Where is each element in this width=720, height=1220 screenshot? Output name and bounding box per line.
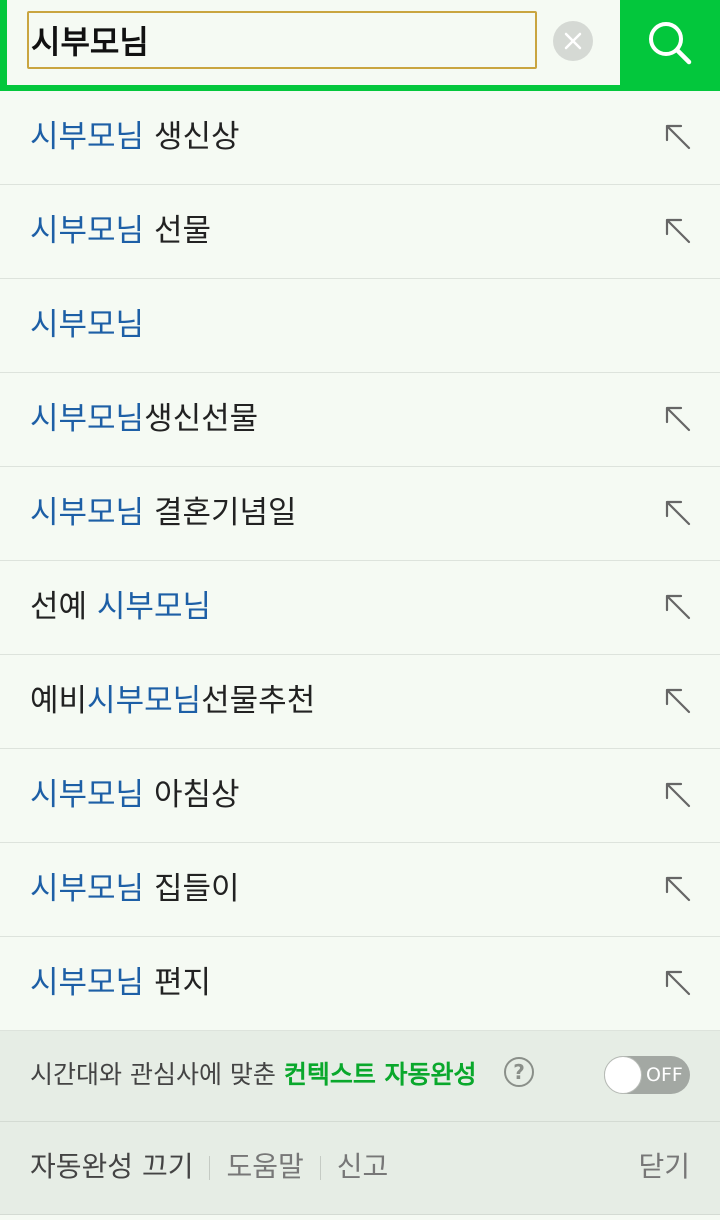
arrow-up-left-icon[interactable] (662, 215, 694, 247)
arrow-up-left-icon[interactable] (662, 403, 694, 435)
suggestion-text: 시부모님 생신상 (30, 91, 240, 184)
arrow-up-left-icon[interactable] (662, 121, 694, 153)
arrow-up-left-icon[interactable] (662, 967, 694, 999)
suggestion-match: 시부모님 (30, 871, 145, 907)
suggestion-match: 시부모님 (30, 777, 145, 813)
suggestion-match: 시부모님 (30, 495, 145, 531)
context-autocomplete-text: 시간대와 관심사에 맞춘 컨텍스트 자동완성 (30, 1031, 477, 1119)
suggestion-rest: 선물 (144, 213, 211, 249)
suggestion-match: 시부모님 (30, 965, 145, 1001)
search-input-wrapper (27, 11, 537, 69)
suggestion-text: 시부모님 선물 (30, 185, 211, 278)
clear-button[interactable] (553, 21, 593, 61)
bottom-strip (0, 1215, 720, 1220)
suggestion-rest: 예비 (30, 683, 88, 719)
disable-autocomplete-link[interactable]: 자동완성 끄기 (30, 1150, 193, 1183)
arrow-up-left-icon[interactable] (662, 779, 694, 811)
suggestion-item[interactable]: 시부모님 선물 (0, 185, 720, 279)
search-area (7, 0, 620, 85)
suggestion-text: 시부모님 결혼기념일 (30, 467, 297, 560)
footer-divider (209, 1156, 211, 1180)
context-autocomplete-toggle[interactable]: OFF (604, 1056, 690, 1094)
context-highlight-text: 컨텍스트 자동완성 (283, 1060, 477, 1089)
suggestion-rest: 선물추천 (201, 683, 316, 719)
suggestion-item[interactable]: 시부모님 편지 (0, 937, 720, 1031)
suggestion-item[interactable]: 시부모님 생신상 (0, 91, 720, 185)
suggestion-match: 시부모님 (30, 307, 145, 343)
suggestion-list: 시부모님 생신상 시부모님 선물 시부모님 시부모님생신선물 시부모님 결혼기념일 선예 … (0, 91, 720, 1031)
search-icon (649, 21, 692, 64)
suggestion-rest: 선예 (30, 589, 97, 625)
suggestion-text: 시부모님 집들이 (30, 843, 240, 936)
toggle-knob (604, 1056, 642, 1094)
arrow-up-left-icon[interactable] (662, 685, 694, 717)
close-link[interactable]: 닫기 (638, 1122, 690, 1212)
autocomplete-footer: 자동완성 끄기 도움말 신고 닫기 (0, 1122, 720, 1215)
search-button[interactable] (620, 0, 720, 85)
suggestion-rest: 생신상 (144, 119, 240, 155)
suggestion-match: 시부모님 (87, 683, 202, 719)
suggestion-item[interactable]: 시부모님 아침상 (0, 749, 720, 843)
toggle-label: OFF (646, 1064, 683, 1086)
footer-divider (319, 1156, 321, 1180)
suggestion-text: 시부모님 (30, 279, 144, 372)
search-header (0, 0, 720, 91)
suggestion-item[interactable]: 예비시부모님선물추천 (0, 655, 720, 749)
suggestion-text: 시부모님 편지 (30, 937, 211, 1030)
context-plain-text: 시간대와 관심사에 맞춘 (30, 1060, 284, 1089)
suggestion-rest: 집들이 (144, 871, 240, 907)
suggestion-item[interactable]: 시부모님 (0, 279, 720, 373)
suggestion-rest: 아침상 (144, 777, 240, 813)
help-icon[interactable]: ? (504, 1057, 534, 1087)
footer-links: 자동완성 끄기 도움말 신고 (30, 1122, 388, 1212)
suggestion-text: 시부모님생신선물 (30, 373, 258, 466)
suggestion-text: 예비시부모님선물추천 (30, 655, 315, 748)
suggestion-text: 선예 시부모님 (30, 561, 211, 654)
arrow-up-left-icon[interactable] (662, 497, 694, 529)
suggestion-item[interactable]: 시부모님생신선물 (0, 373, 720, 467)
suggestion-rest: 편지 (144, 965, 211, 1001)
suggestion-text: 시부모님 아침상 (30, 749, 240, 842)
search-input[interactable] (29, 13, 535, 67)
clear-icon (564, 32, 582, 50)
suggestion-match: 시부모님 (30, 119, 145, 155)
suggestion-match: 시부모님 (30, 401, 145, 437)
report-link[interactable]: 신고 (337, 1150, 389, 1183)
help-link[interactable]: 도움말 (226, 1150, 303, 1183)
suggestion-match: 시부모님 (30, 213, 145, 249)
arrow-up-left-icon[interactable] (662, 591, 694, 623)
suggestion-item[interactable]: 선예 시부모님 (0, 561, 720, 655)
suggestion-item[interactable]: 시부모님 결혼기념일 (0, 467, 720, 561)
suggestion-rest: 생신선물 (144, 401, 259, 437)
arrow-up-left-icon[interactable] (662, 873, 694, 905)
suggestion-item[interactable]: 시부모님 집들이 (0, 843, 720, 937)
suggestion-rest: 결혼기념일 (144, 495, 297, 531)
context-autocomplete-bar: 시간대와 관심사에 맞춘 컨텍스트 자동완성 ? OFF (0, 1031, 720, 1122)
suggestion-match: 시부모님 (96, 589, 211, 625)
